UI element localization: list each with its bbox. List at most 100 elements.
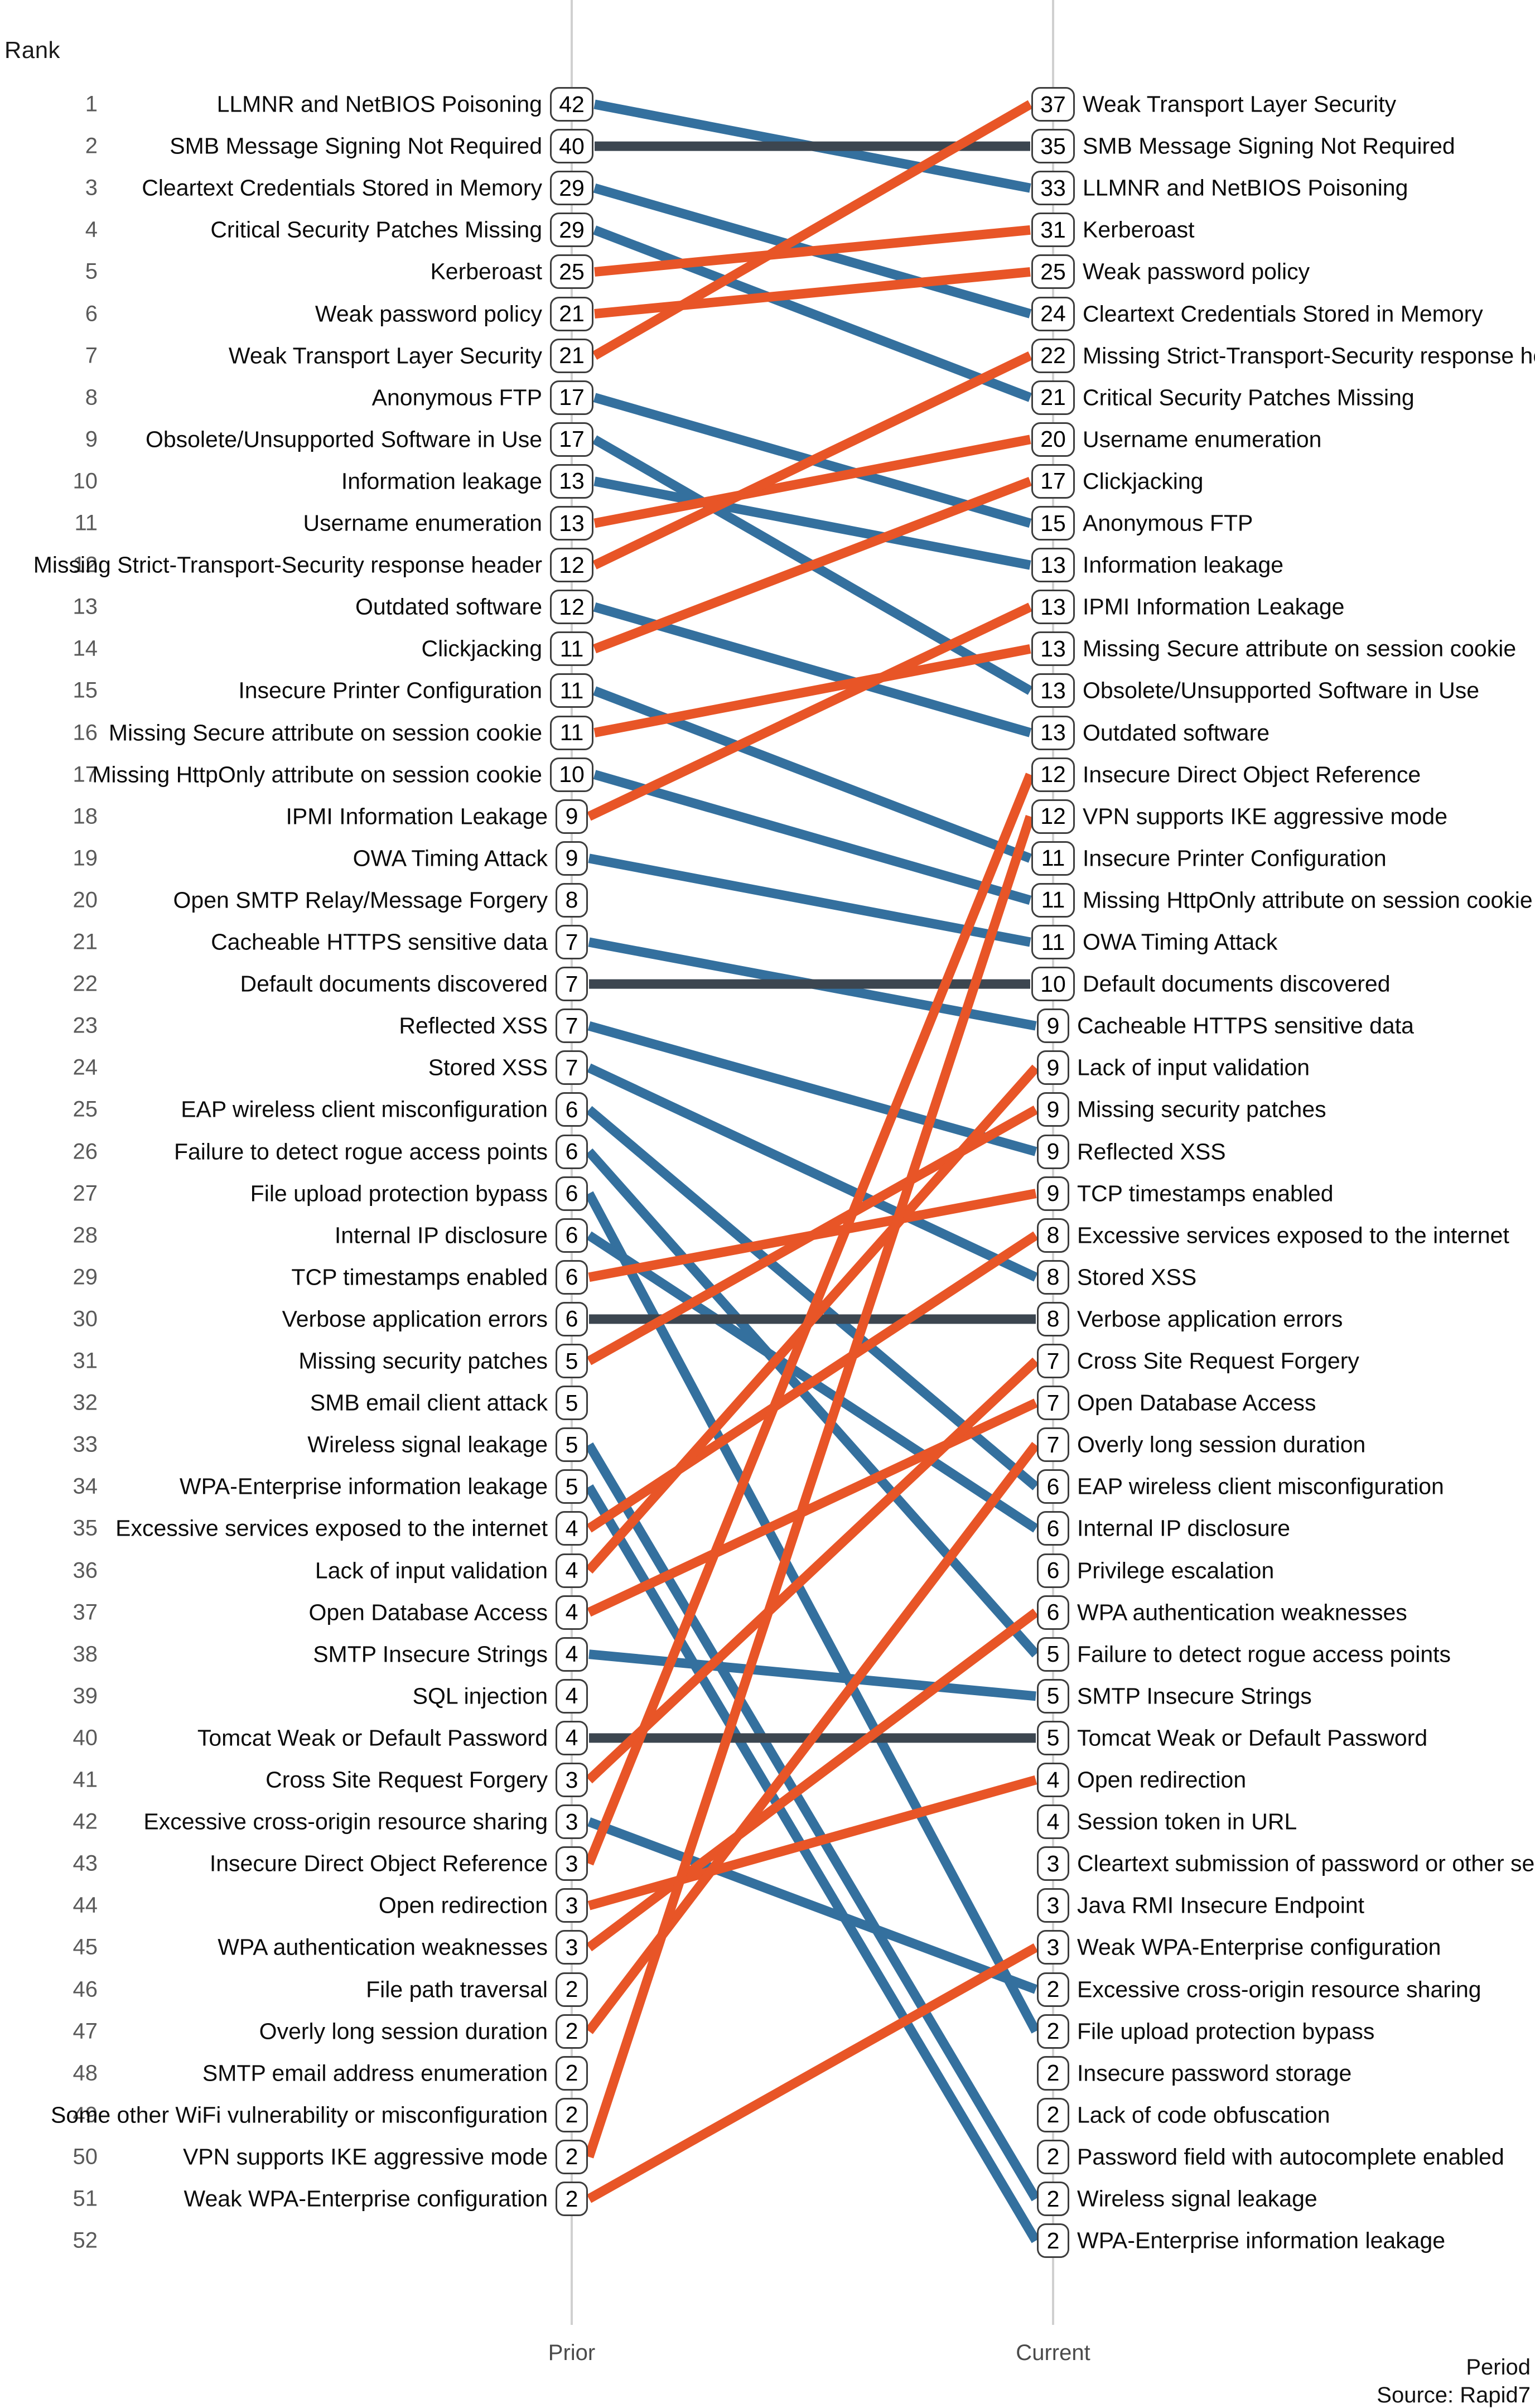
current-value-box: 13: [1031, 631, 1075, 667]
current-item-label: Obsolete/Unsupported Software in Use: [1083, 677, 1480, 703]
slope-line: [586, 1231, 1039, 1533]
current-value-box: 5: [1037, 1720, 1069, 1755]
slope-line: [584, 815, 1035, 2159]
prior-value-box: 3: [556, 1804, 588, 1840]
prior-value-box: 21: [550, 296, 593, 331]
current-value-box: 13: [1031, 548, 1075, 583]
current-item-label: File upload protection bypass: [1077, 2018, 1375, 2044]
current-value-box: 13: [1031, 673, 1075, 708]
prior-item-label: Cleartext Credentials Stored in Memory: [142, 175, 542, 201]
prior-value-box: 6: [556, 1260, 588, 1295]
prior-item-label: Internal IP disclosure: [334, 1222, 548, 1248]
current-item-label: Open redirection: [1077, 1767, 1247, 1793]
prior-item-label: SMB email client attack: [310, 1389, 548, 1416]
prior-item-label: VPN supports IKE aggressive mode: [182, 2144, 548, 2170]
rank-number: 15: [73, 678, 98, 703]
slope-line: [585, 1064, 1040, 1574]
current-value-box: 33: [1031, 171, 1075, 206]
prior-item-label: WPA-Enterprise information leakage: [179, 1473, 548, 1499]
slope-line: [587, 1775, 1037, 1910]
current-item-label: Lack of input validation: [1077, 1054, 1310, 1080]
prior-value-box: 4: [556, 1678, 588, 1714]
prior-value-box: 8: [556, 882, 588, 918]
slope-line: [585, 1484, 1040, 2243]
current-item-label: Insecure Printer Configuration: [1083, 845, 1387, 871]
prior-item-label: Reflected XSS: [399, 1012, 548, 1039]
current-item-label: Internal IP disclosure: [1077, 1515, 1291, 1541]
current-item-label: Failure to detect rogue access points: [1077, 1641, 1451, 1667]
prior-value-box: 6: [556, 1176, 588, 1211]
rank-number: 1: [85, 91, 98, 117]
current-item-label: Wireless signal leakage: [1077, 2185, 1317, 2212]
slope-line: [592, 225, 1032, 402]
rank-number: 4: [85, 217, 98, 242]
slope-line: [586, 1357, 1039, 1784]
rank-number: 18: [73, 804, 98, 829]
current-value-box: 3: [1037, 1846, 1069, 1881]
rank-number: 39: [73, 1683, 98, 1709]
current-value-box: 2: [1037, 2055, 1069, 2091]
prior-value-box: 17: [550, 422, 593, 457]
slope-line: [593, 644, 1031, 737]
prior-item-label: Cross Site Request Forgery: [266, 1767, 548, 1793]
prior-item-label: Critical Security Patches Missing: [210, 216, 542, 243]
current-value-box: 7: [1037, 1344, 1069, 1378]
slope-line: [586, 1105, 1039, 1365]
prior-value-box: 6: [556, 1218, 588, 1253]
rank-number: 17: [73, 762, 98, 787]
prior-value-box: 21: [550, 338, 593, 373]
prior-value-box: 3: [556, 1846, 588, 1881]
slope-line: [593, 770, 1032, 905]
current-value-box: 11: [1031, 841, 1075, 876]
prior-value-box: 29: [550, 213, 593, 248]
slope-line: [593, 184, 1032, 319]
current-item-label: Stored XSS: [1077, 1264, 1197, 1290]
prior-value-box: 2: [556, 2139, 588, 2174]
prior-value-box: 2: [556, 2097, 588, 2132]
slope-line: [594, 225, 1031, 277]
rank-number: 34: [73, 1474, 98, 1499]
slope-line: [592, 435, 1033, 695]
current-item-label: IPMI Information Leakage: [1083, 593, 1345, 620]
prior-item-label: Missing Secure attribute on session cook…: [108, 720, 542, 745]
prior-item-label: TCP timestamps enabled: [291, 1264, 548, 1290]
prior-value-box: 12: [550, 548, 593, 583]
current-value-box: 2: [1037, 2182, 1069, 2216]
current-value-box: 3: [1037, 1888, 1069, 1923]
current-item-label: LLMNR and NetBIOS Poisoning: [1083, 175, 1408, 201]
prior-item-label: Open Database Access: [308, 1599, 548, 1625]
rank-number: 51: [73, 2186, 98, 2211]
prior-value-box: 7: [556, 967, 588, 1002]
source-note: Source: Rapid7: [1377, 2383, 1531, 2407]
current-value-box: 6: [1037, 1595, 1069, 1630]
current-item-label: Missing Strict-Transport-Security respon…: [1083, 342, 1535, 369]
prior-value-box: 3: [556, 1763, 588, 1797]
prior-item-label: Stored XSS: [428, 1054, 548, 1080]
prior-item-label: WPA authentication weaknesses: [218, 1934, 548, 1960]
rank-number: 37: [73, 1600, 98, 1625]
prior-item-label: Username enumeration: [303, 510, 542, 536]
rank-number: 52: [73, 2228, 98, 2253]
rank-number: 41: [73, 1767, 98, 1792]
prior-value-box: 13: [550, 464, 593, 499]
current-item-label: Open Database Access: [1077, 1389, 1316, 1416]
current-item-label: Excessive services exposed to the intern…: [1077, 1222, 1509, 1248]
slope-line: [587, 1063, 1038, 1282]
rank-number: 50: [73, 2144, 98, 2169]
slope-line: [588, 1649, 1036, 1701]
rank-number: 48: [73, 2060, 98, 2086]
current-item-label: Default documents discovered: [1083, 971, 1391, 997]
rank-number: 24: [73, 1055, 98, 1080]
prior-value-box: 5: [556, 1469, 588, 1504]
rank-axis-title: Rank: [4, 37, 61, 63]
rank-number: 35: [73, 1516, 98, 1541]
current-item-label: Weak Transport Layer Security: [1083, 91, 1397, 117]
current-value-box: 9: [1037, 1008, 1069, 1044]
current-value-box: 21: [1031, 380, 1075, 415]
prior-item-label: IPMI Information Leakage: [286, 803, 548, 829]
current-value-box: 2: [1037, 2223, 1069, 2259]
slope-line: [594, 267, 1031, 319]
rank-number: 19: [73, 846, 98, 871]
current-item-label: EAP wireless client misconfiguration: [1077, 1473, 1444, 1499]
slope-line: [586, 1231, 1039, 1533]
